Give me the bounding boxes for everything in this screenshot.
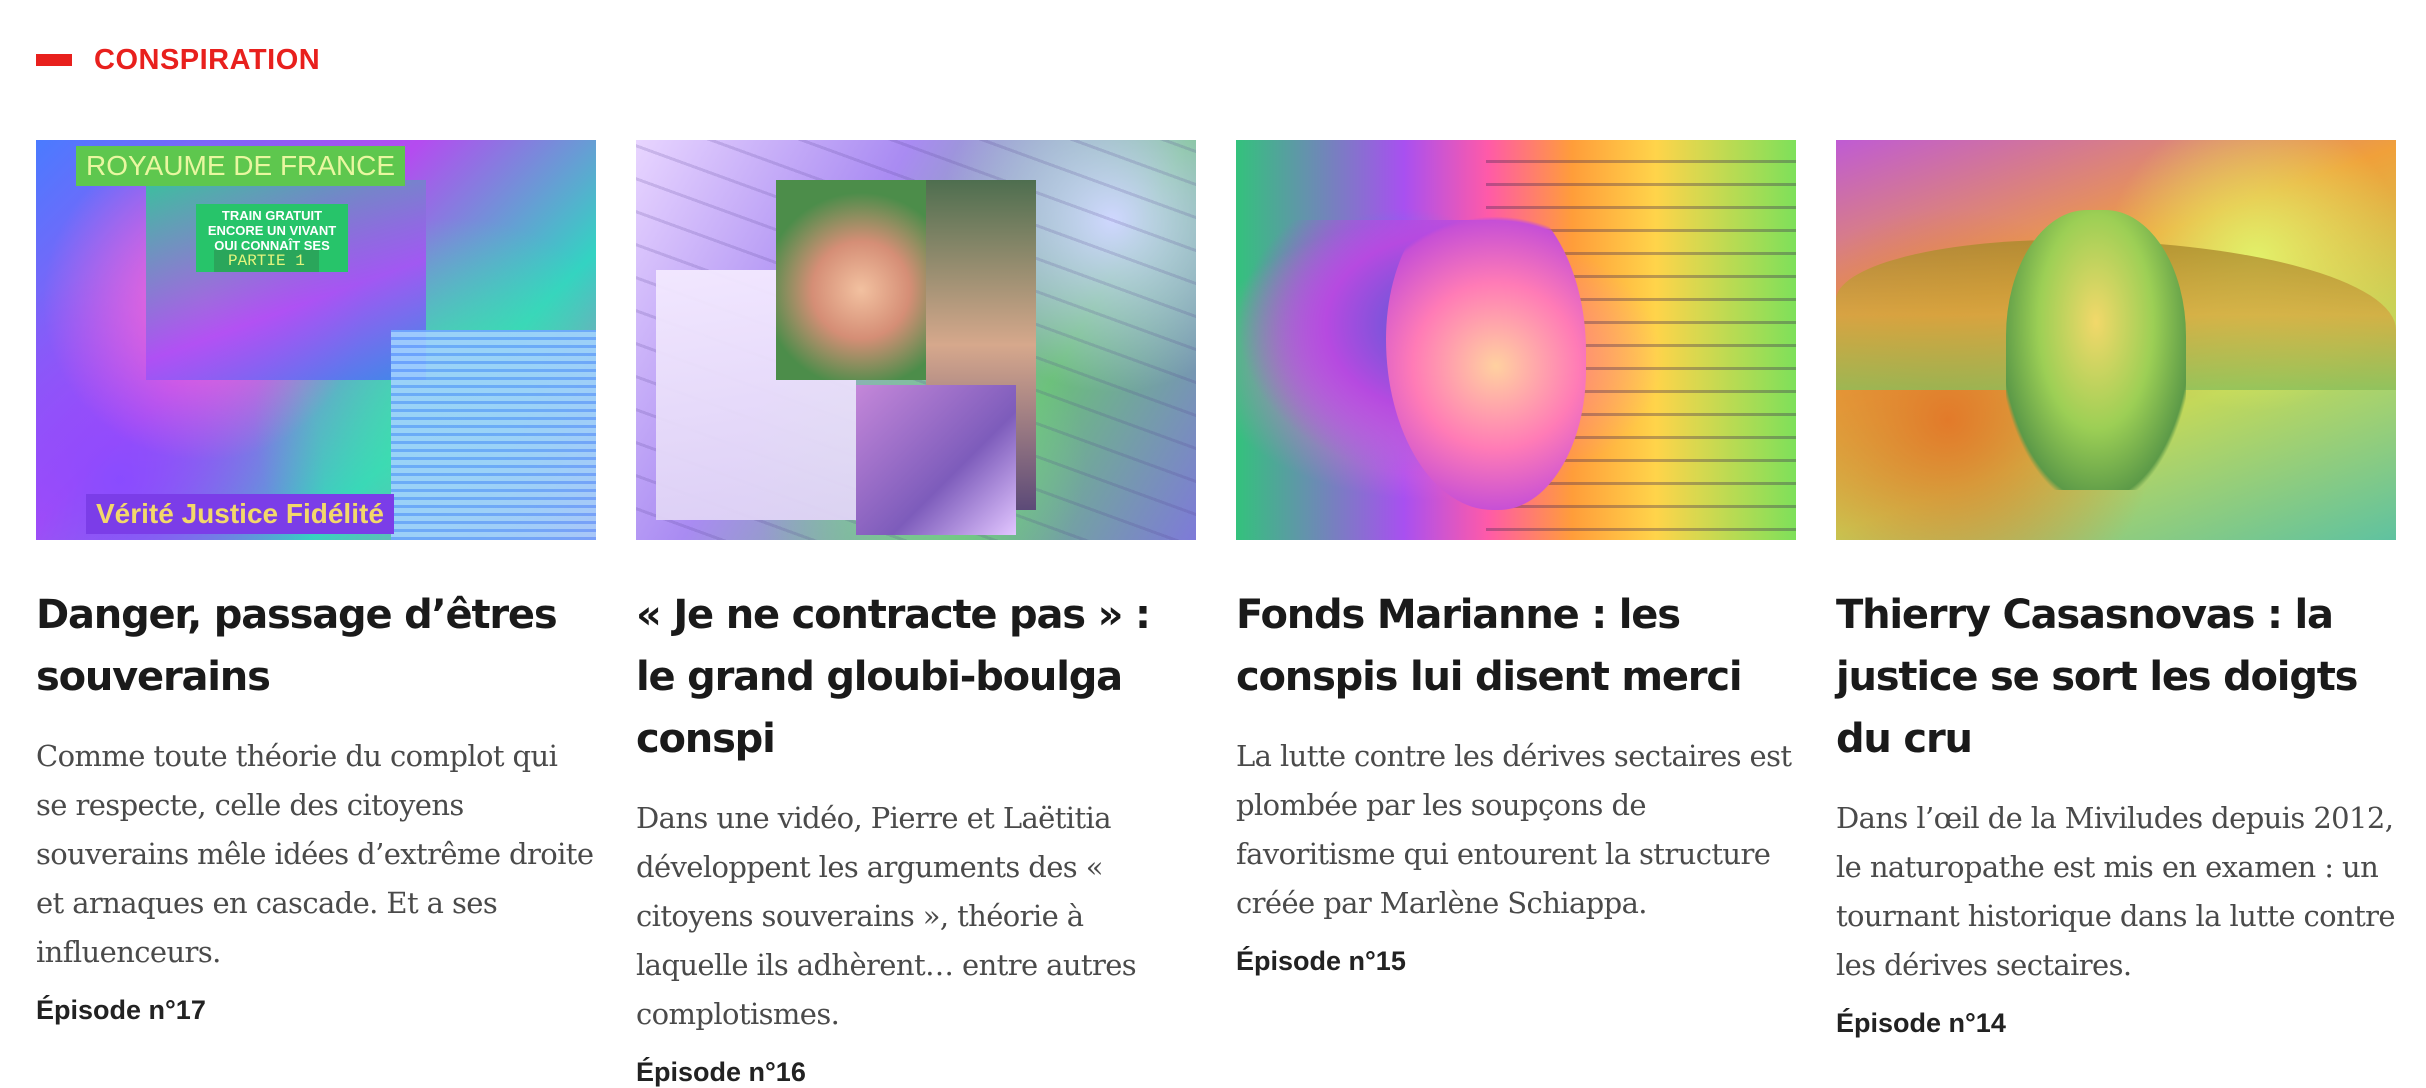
thumbnail-person (856, 385, 1016, 535)
thumbnail-person (776, 180, 946, 380)
section-title-link[interactable]: CONSPIRATION (94, 44, 320, 77)
article-list: ROYAUME DE FRANCE TRAIN GRATUIT ENCORE U… (36, 140, 2396, 1088)
thumbnail-caption-part: PARTIE 1 (214, 250, 319, 272)
episode-label: Épisode n°14 (1836, 1008, 2006, 1038)
article-description: Dans une vidéo, Pierre et Laëtitia dével… (636, 801, 1137, 1031)
article-description: Dans l’œil de la Miviludes depuis 2012, … (1836, 801, 2396, 982)
thumbnail-caption-bottom: Vérité Justice Fidélité (86, 494, 394, 534)
article-thumbnail[interactable] (636, 140, 1196, 540)
thumbnail-caption-top: ROYAUME DE FRANCE (76, 146, 406, 186)
article-title[interactable]: Danger, passage d’êtres souverains (36, 584, 596, 708)
article-thumbnail[interactable] (1236, 140, 1796, 540)
article-title[interactable]: « Je ne contracte pas » : le grand gloub… (636, 584, 1196, 770)
episode-label: Épisode n°16 (636, 1057, 806, 1087)
thumbnail-collage-panel (391, 330, 596, 540)
article-card-17[interactable]: ROYAUME DE FRANCE TRAIN GRATUIT ENCORE U… (36, 140, 596, 1088)
episode-label: Épisode n°17 (36, 995, 206, 1025)
episode-label: Épisode n°15 (1236, 946, 1406, 976)
article-description: Comme toute théorie du complot qui se re… (36, 739, 594, 969)
section-marker (36, 54, 72, 66)
article-card-14[interactable]: Thierry Casasnovas : la justice se sort … (1836, 140, 2396, 1088)
article-card-15[interactable]: Fonds Marianne : les conspis lui disent … (1236, 140, 1796, 1088)
article-title[interactable]: Thierry Casasnovas : la justice se sort … (1836, 584, 2396, 770)
article-title[interactable]: Fonds Marianne : les conspis lui disent … (1236, 584, 1796, 708)
thumbnail-person (2006, 210, 2186, 490)
article-thumbnail[interactable] (1836, 140, 2396, 540)
article-card-16[interactable]: « Je ne contracte pas » : le grand gloub… (636, 140, 1196, 1088)
section-header: CONSPIRATION (36, 40, 320, 80)
article-description: La lutte contre les dérives sectaires es… (1236, 739, 1792, 920)
article-thumbnail[interactable]: ROYAUME DE FRANCE TRAIN GRATUIT ENCORE U… (36, 140, 596, 540)
